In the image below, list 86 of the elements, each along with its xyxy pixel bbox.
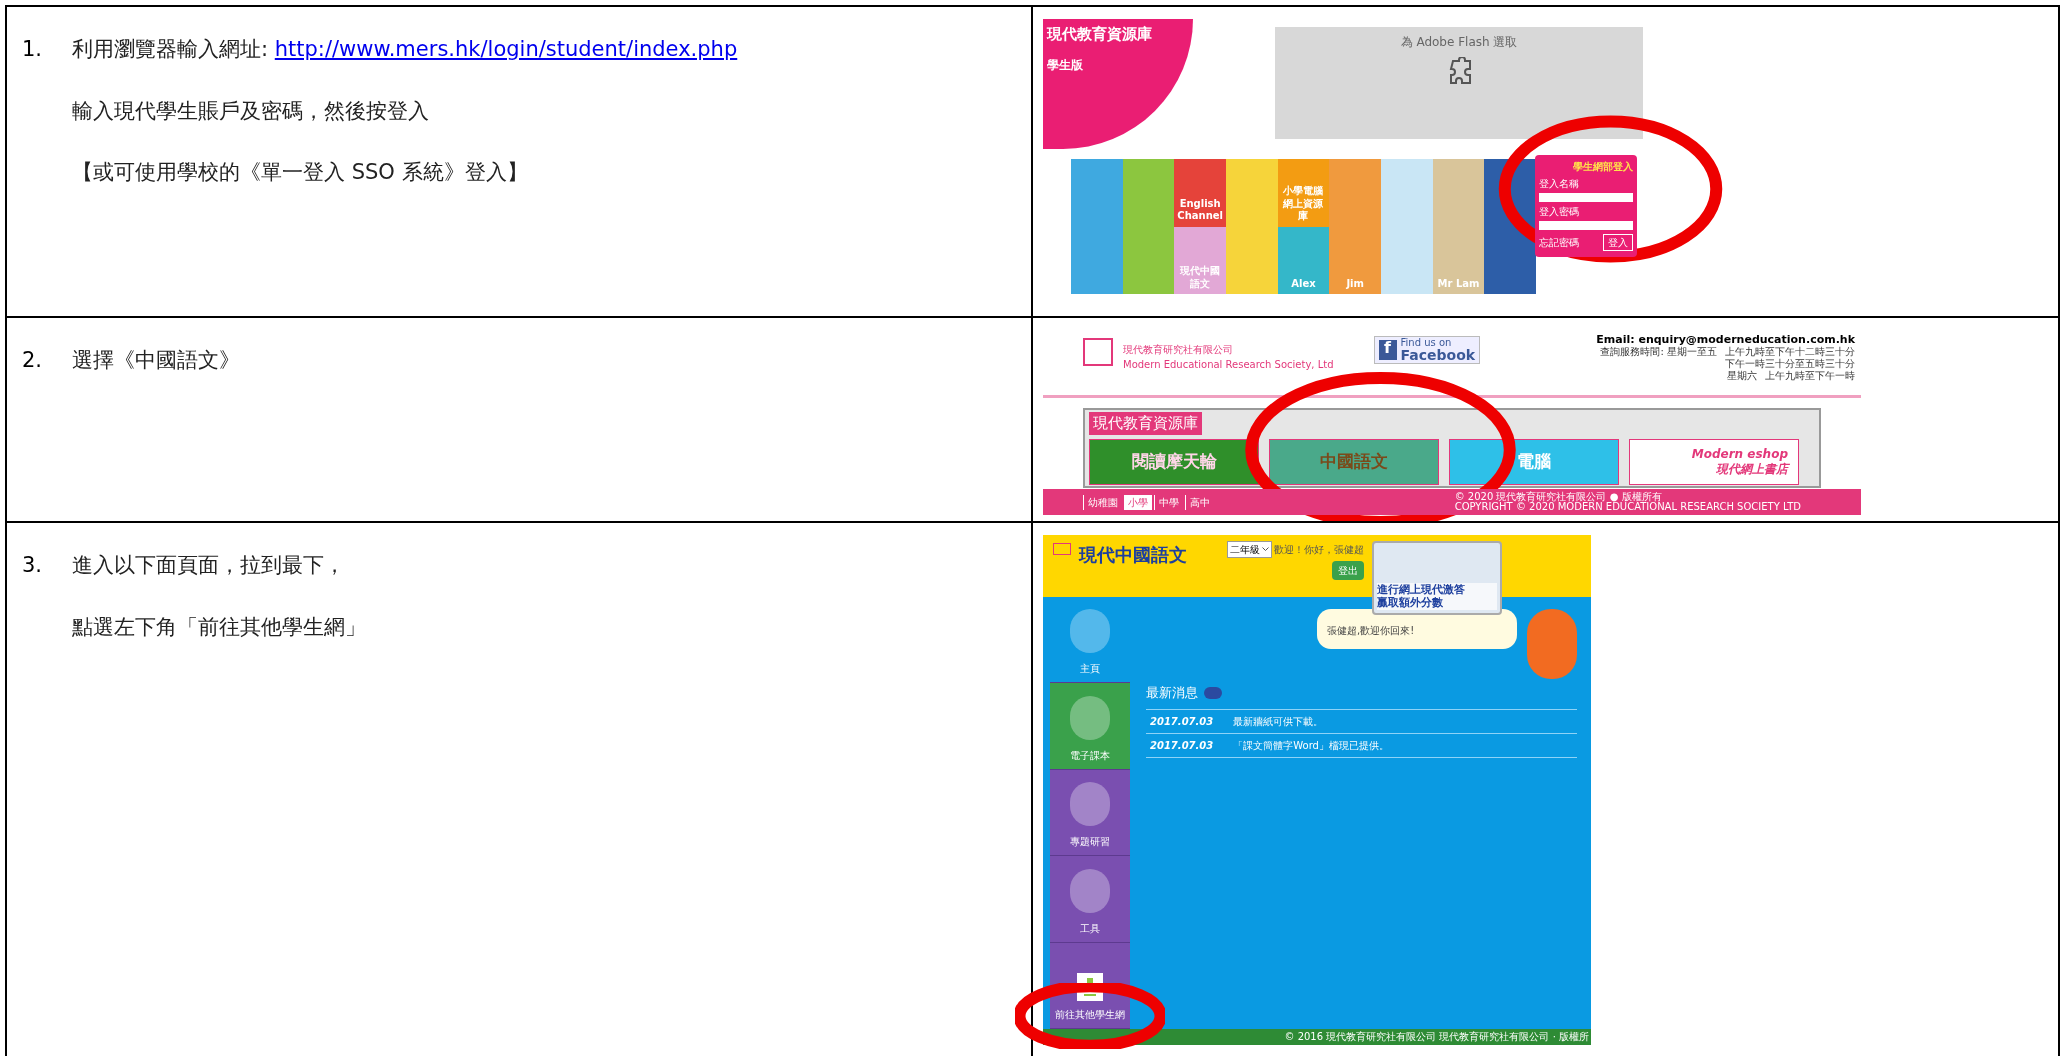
- step-number: 3.: [22, 552, 44, 579]
- password-field[interactable]: [1539, 221, 1633, 230]
- logo-icon: [1083, 338, 1113, 366]
- banner-text: 進行網上現代激答: [1377, 582, 1497, 597]
- footer-text: © 2016 現代教育研究社有限公司 現代教育研究社有限公司 · 版權所: [1284, 1032, 1589, 1042]
- facebook-label: Facebook: [1400, 348, 1476, 362]
- forgot-password-link[interactable]: 忘記密碼: [1539, 235, 1579, 250]
- cartoon-placeholder: [1484, 226, 1536, 294]
- logout-button[interactable]: 登出: [1332, 561, 1364, 580]
- url-link[interactable]: http://www.mers.hk/login/student/index.php: [274, 37, 738, 61]
- bubble-text: 張健超,歡迎你回來!: [1327, 625, 1415, 636]
- cartoon-placeholder: [1226, 226, 1278, 294]
- product-tile[interactable]: 閱讀摩天輪: [1089, 438, 1259, 485]
- copyright-english: COPYRIGHT © 2020 MODERN EDUCATIONAL RESEARCH SOCIETY LTD: [1454, 502, 1801, 512]
- step-number: 1.: [22, 36, 44, 63]
- cartoon-placeholder: [1329, 159, 1381, 227]
- news-text: 最新牆紙可供下載。: [1233, 714, 1324, 729]
- instruction-text: 點選左下角「前往其他學生網」: [72, 613, 366, 641]
- product-tile[interactable]: 中國語文: [1269, 438, 1439, 485]
- hours-label: 查詢服務時間: 星期一至五: [1600, 346, 1717, 359]
- edition-label: 學生版: [1047, 56, 1084, 74]
- hours-text: 上午九時至下午十二時三十分: [1725, 346, 1855, 358]
- instruction-text: 利用瀏覽器輸入網址: http://www.mers.hk/login/student/index.php: [72, 36, 738, 63]
- tile-label: Jim: [1329, 226, 1381, 294]
- download-icon: [1082, 978, 1098, 997]
- instruction-text: 選擇《中國語文》: [72, 347, 240, 374]
- cartoon-placeholder: [1071, 159, 1123, 227]
- hours-text: 上午九時至下午一時: [1765, 370, 1855, 382]
- company-name-english: Modern Educational Research Society, Ltd: [1123, 358, 1334, 372]
- eshop-subtitle: 現代網上書店: [1716, 461, 1788, 477]
- cartoon-placeholder: [1432, 159, 1485, 227]
- nav-picture: [1070, 782, 1110, 827]
- eshop-tile[interactable]: Modern eshop 現代網上書店: [1629, 438, 1799, 485]
- tile-label: Alex: [1277, 226, 1330, 294]
- tile-label: 現代中國語文: [1174, 226, 1226, 294]
- login-title: 學生網部登入: [1573, 160, 1633, 174]
- nav-picture: [1070, 695, 1110, 740]
- cartoon-placeholder: [1071, 226, 1123, 294]
- cartoon-placeholder: [1381, 226, 1433, 294]
- cartoon-placeholder: [1226, 159, 1278, 227]
- tile-label: 小學電腦網上資源庫: [1277, 159, 1330, 227]
- banner-title: 現代教育資源庫: [1089, 412, 1202, 435]
- news-date: 2017.07.03: [1150, 714, 1214, 729]
- tile-label: English Channel: [1174, 159, 1226, 227]
- step-number: 2.: [22, 347, 44, 374]
- chevron-down-icon: [1262, 547, 1269, 552]
- facebook-caption: Find us on: [1400, 338, 1453, 348]
- news-title: 最新消息: [1146, 684, 1198, 702]
- tile-label: Mr Lam: [1432, 226, 1485, 294]
- brand-title: 現代教育資源庫: [1047, 24, 1152, 45]
- facebook-logo: f: [1378, 340, 1397, 360]
- eshop-title: Modern eshop: [1691, 446, 1788, 462]
- news-text: 「課文簡體字Word」檔現已提供。: [1233, 738, 1389, 753]
- news-date: 2017.07.03: [1150, 738, 1214, 753]
- level-tab[interactable]: 小學: [1124, 494, 1152, 510]
- email-text: Email: enquiry@moderneducation.com.hk: [1596, 334, 1855, 346]
- username-label: 登入名稱: [1539, 177, 1580, 191]
- cartoon-placeholder: [1122, 159, 1175, 227]
- greeting-text: 歡迎！你好，張健超: [1274, 543, 1364, 557]
- company-name: 現代教育研究社有限公司: [1123, 343, 1234, 357]
- nav-picture: [1070, 868, 1110, 913]
- product-tile[interactable]: 電腦: [1449, 438, 1619, 485]
- login-button[interactable]: 登入: [1603, 234, 1633, 251]
- grade-select[interactable]: 二年級: [1227, 541, 1272, 558]
- sidebar-item[interactable]: 工具: [1050, 856, 1130, 943]
- hours-label: 星期六: [1727, 370, 1757, 382]
- sidebar-item[interactable]: 專題研習: [1050, 769, 1130, 857]
- instruction-text: 輸入現代學生賬戶及密碼，然後按登入: [72, 97, 429, 125]
- level-tab[interactable]: 幼稚園: [1083, 494, 1122, 510]
- cartoon-placeholder: [1381, 159, 1433, 227]
- plugin-prompt: 為 Adobe Flash 選取: [1400, 34, 1518, 51]
- logo-icon: [1053, 543, 1071, 555]
- username-field[interactable]: [1539, 193, 1633, 202]
- level-tab[interactable]: 高中: [1185, 494, 1214, 510]
- quiz-banner[interactable]: 進行網上現代激答 贏取額外分數: [1372, 541, 1502, 615]
- level-tab[interactable]: 中學: [1154, 494, 1183, 510]
- hours-text: 下午一時三十分至五時三十分: [1725, 358, 1855, 370]
- site-logo: 現代中國語文: [1079, 543, 1187, 567]
- password-label: 登入密碼: [1539, 205, 1580, 219]
- nav-picture: [1070, 609, 1110, 654]
- banner-text: 贏取額外分數: [1377, 596, 1497, 610]
- cartoon-placeholder: [1122, 226, 1175, 294]
- instruction-text: 【或可使用學校的《單一登入 SSO 系統》登入】: [72, 159, 528, 186]
- copyright-text: © 2020 現代教育研究社有限公司 ● 版權所有: [1454, 492, 1663, 502]
- instruction-text: 進入以下面頁面，拉到最下，: [72, 552, 345, 579]
- sidebar-item[interactable]: 電子課本: [1050, 683, 1130, 770]
